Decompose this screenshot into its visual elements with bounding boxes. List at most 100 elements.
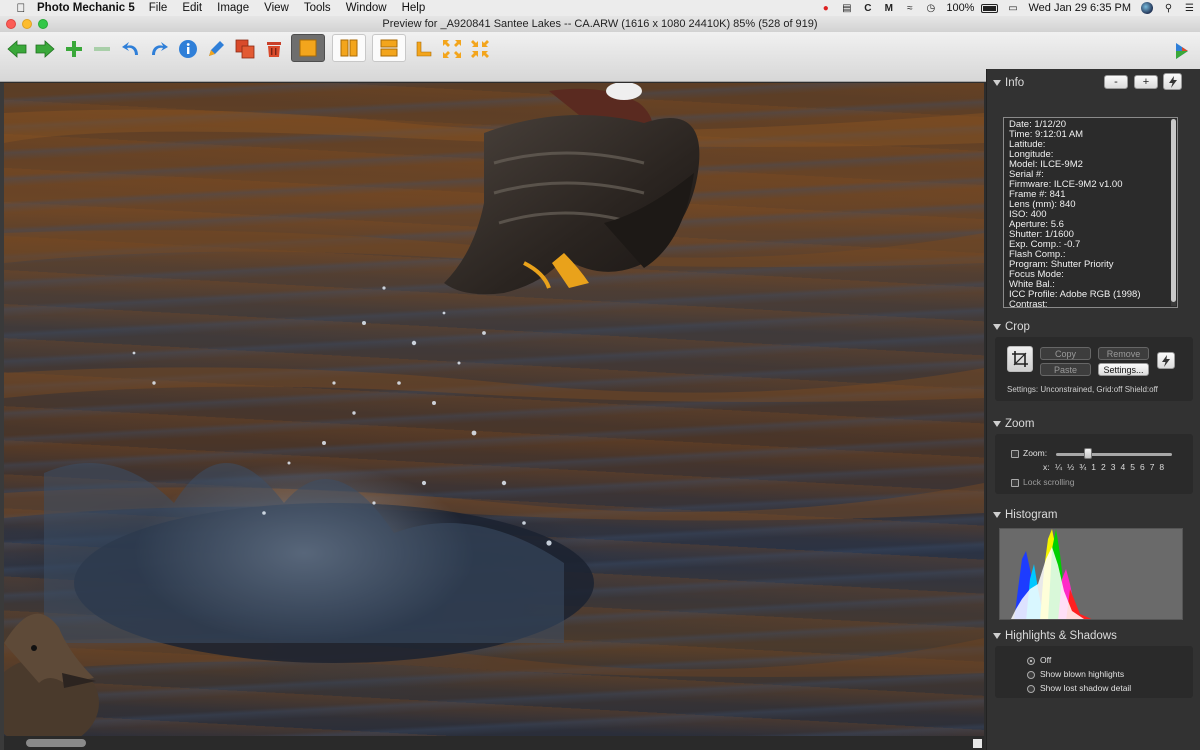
- zoom-step[interactable]: ¼: [1055, 462, 1062, 472]
- crop-remove-button[interactable]: Remove: [1098, 347, 1149, 360]
- highlights-section-header[interactable]: Highlights & Shadows: [993, 629, 1117, 643]
- menu-file[interactable]: File: [149, 2, 168, 14]
- info-title: Info: [1005, 77, 1025, 89]
- rotate-left-button[interactable]: [119, 36, 143, 62]
- crop-settings-button[interactable]: Settings...: [1098, 363, 1149, 376]
- battery-icon[interactable]: [981, 3, 999, 13]
- zoom-section-header[interactable]: Zoom: [993, 417, 1034, 431]
- zoom-step[interactable]: 7: [1150, 462, 1155, 472]
- disclosure-triangle-icon[interactable]: [993, 80, 1001, 86]
- menu-window[interactable]: Window: [346, 2, 387, 14]
- horizontal-scrollbar[interactable]: [4, 736, 984, 750]
- zoom-step[interactable]: ¾: [1079, 462, 1086, 472]
- c-app-icon[interactable]: C: [861, 3, 874, 14]
- spotlight-search-icon[interactable]: ⚲: [1162, 3, 1175, 14]
- zoom-step[interactable]: 3: [1111, 462, 1116, 472]
- close-window-button[interactable]: [6, 19, 16, 29]
- single-view-button[interactable]: [291, 34, 325, 62]
- two-up-horizontal-button[interactable]: [372, 34, 406, 62]
- info-increase-button[interactable]: +: [1134, 75, 1158, 89]
- copy-button[interactable]: [233, 36, 257, 62]
- notification-center-icon[interactable]: ☰: [1183, 3, 1196, 14]
- wifi-icon[interactable]: ≈: [903, 3, 916, 14]
- left-arrow-icon: [7, 40, 27, 58]
- info-icon: [179, 40, 197, 58]
- crop-paste-button[interactable]: Paste: [1040, 363, 1091, 376]
- menu-help[interactable]: Help: [402, 2, 426, 14]
- show-lost-shadow-radio[interactable]: [1027, 685, 1035, 693]
- zoom-checkbox[interactable]: [1011, 450, 1019, 458]
- zoom-step[interactable]: 6: [1140, 462, 1145, 472]
- info-decrease-button[interactable]: -: [1104, 75, 1128, 89]
- zoom-step[interactable]: 1: [1091, 462, 1096, 472]
- info-scrollbar[interactable]: [1171, 119, 1176, 306]
- crop-settings-text: Settings: Unconstrained, Grid:off Shield…: [1007, 385, 1158, 394]
- zoom-step[interactable]: 2: [1101, 462, 1106, 472]
- lock-scrolling-checkbox[interactable]: [1011, 479, 1019, 487]
- zoom-window-button[interactable]: [38, 19, 48, 29]
- highlights-off-radio[interactable]: [1027, 657, 1035, 665]
- add-button[interactable]: [62, 36, 86, 62]
- disclosure-triangle-icon[interactable]: [993, 512, 1001, 518]
- crop-toggle-button[interactable]: [1007, 346, 1033, 372]
- photo-preview[interactable]: [4, 83, 984, 736]
- plus-icon: [66, 41, 82, 57]
- disclosure-triangle-icon[interactable]: [993, 421, 1001, 427]
- zoom-step[interactable]: 8: [1159, 462, 1164, 472]
- menu-view[interactable]: View: [264, 2, 289, 14]
- edit-caption-button[interactable]: [204, 36, 228, 62]
- menu-image[interactable]: Image: [217, 2, 249, 14]
- previous-photo-button[interactable]: [5, 36, 29, 62]
- disclosure-triangle-icon[interactable]: [993, 324, 1001, 330]
- grid-arrows-out-icon: [471, 40, 489, 58]
- crop-action-button[interactable]: [1157, 352, 1175, 369]
- menu-tools[interactable]: Tools: [304, 2, 331, 14]
- zoom-slider-knob[interactable]: [1084, 448, 1092, 459]
- time-machine-icon[interactable]: ◷: [924, 3, 937, 14]
- zoom-slider-track[interactable]: [1056, 453, 1172, 456]
- info-action-button[interactable]: [1163, 73, 1182, 90]
- delete-button[interactable]: [262, 36, 286, 62]
- zoom-scale: ¼ ½ ¾ 1 2 3 4 5 6 7 8: [1055, 462, 1169, 472]
- histogram-section-header[interactable]: Histogram: [993, 508, 1057, 522]
- crop-section-header[interactable]: Crop: [993, 320, 1030, 334]
- crop-icon: [1012, 351, 1028, 367]
- fit-out-button[interactable]: [468, 36, 492, 62]
- film-strip-icon[interactable]: ▤: [840, 3, 853, 14]
- minimize-window-button[interactable]: [22, 19, 32, 29]
- battery-percent: 100%: [946, 2, 975, 14]
- rotate-right-button[interactable]: [147, 36, 171, 62]
- zoom-step[interactable]: ½: [1067, 462, 1074, 472]
- app-menu[interactable]: Photo Mechanic 5: [37, 2, 135, 14]
- scroll-thumb[interactable]: [26, 739, 86, 747]
- zoom-step[interactable]: 4: [1120, 462, 1125, 472]
- creative-cloud-icon[interactable]: ●: [819, 3, 832, 14]
- crop-tool-button[interactable]: [412, 36, 436, 62]
- resize-corner[interactable]: [973, 739, 982, 748]
- show-lost-shadow-label: Show lost shadow detail: [1040, 683, 1132, 693]
- m-app-icon[interactable]: M: [882, 3, 895, 14]
- single-frame-icon: [299, 39, 317, 57]
- apple-icon[interactable]: : [14, 1, 28, 15]
- airplay-icon[interactable]: ▭: [1006, 3, 1019, 14]
- show-blown-highlights-radio[interactable]: [1027, 671, 1035, 679]
- photo-canvas: [4, 83, 984, 736]
- info-button[interactable]: [176, 36, 200, 62]
- zoom-x-label: x:: [1043, 462, 1050, 472]
- info-line: Contrast:: [1009, 299, 1048, 308]
- info-list[interactable]: Date: 1/12/20 Time: 9:12:01 AM Latitude:…: [1003, 117, 1178, 308]
- clock[interactable]: Wed Jan 29 6:35 PM: [1028, 2, 1131, 14]
- lock-scrolling-label: Lock scrolling: [1023, 477, 1075, 487]
- user-avatar[interactable]: [1141, 2, 1153, 14]
- two-up-vertical-button[interactable]: [332, 34, 366, 62]
- info-section-header[interactable]: Info: [993, 76, 1024, 90]
- menu-edit[interactable]: Edit: [182, 2, 202, 14]
- zoom-step[interactable]: 5: [1130, 462, 1135, 472]
- disclosure-triangle-icon[interactable]: [993, 633, 1001, 639]
- crop-copy-button[interactable]: Copy: [1040, 347, 1091, 360]
- next-photo-button[interactable]: [33, 36, 57, 62]
- preview-window: Preview for _A920841 Santee Lakes -- CA.…: [0, 16, 1200, 750]
- fit-in-button[interactable]: [440, 36, 464, 62]
- info-scroll-thumb[interactable]: [1171, 119, 1176, 302]
- remove-button[interactable]: [90, 36, 114, 62]
